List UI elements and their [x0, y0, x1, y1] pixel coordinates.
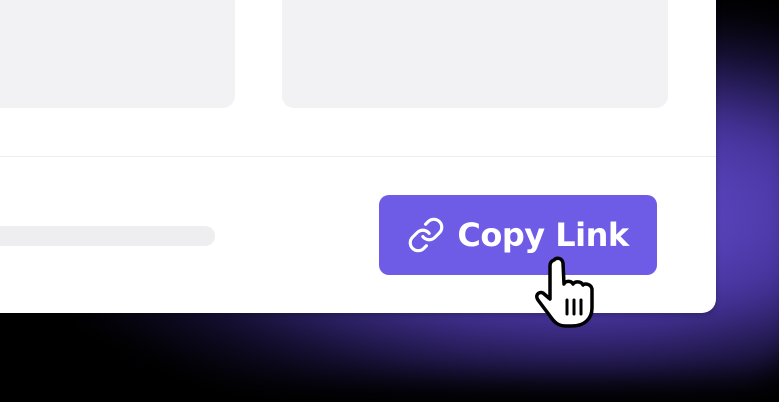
copy-link-button[interactable]: Copy Link — [379, 195, 657, 275]
copy-link-label: Copy Link — [457, 216, 629, 254]
link-icon — [407, 216, 445, 254]
share-card: Copy Link — [0, 0, 716, 313]
pointer-hand-icon — [532, 256, 608, 328]
stage: Copy Link — [0, 0, 779, 402]
preview-tile-right — [282, 0, 668, 108]
card-divider — [0, 156, 716, 157]
preview-tile-left — [0, 0, 235, 108]
placeholder-bar — [0, 226, 215, 246]
